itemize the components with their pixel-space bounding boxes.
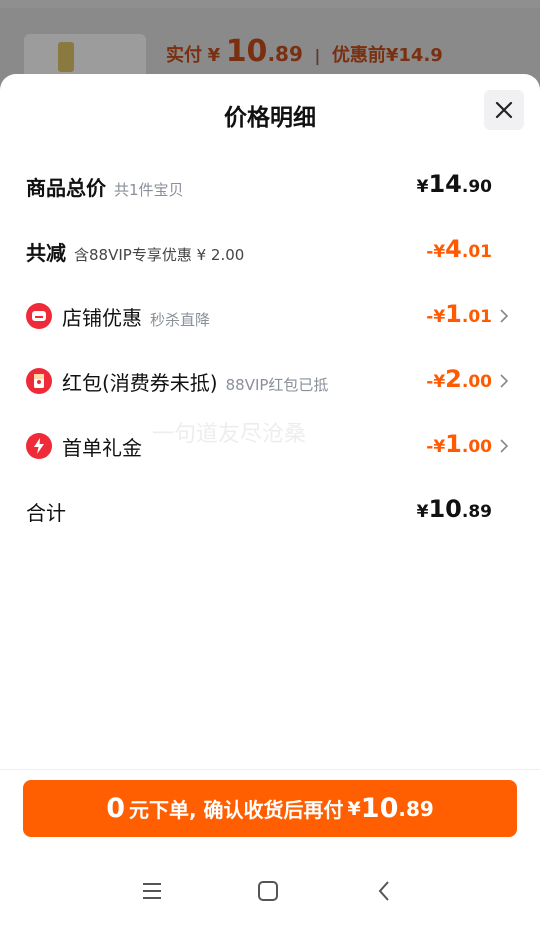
cta-int: 10 <box>360 793 399 824</box>
row-subtext: 含88VIP专享优惠 ¥ 2.00 <box>74 246 245 264</box>
footer: 0 元下单, 确认收货后再付 ¥10.89 <box>0 769 540 855</box>
chevron-right-icon <box>500 309 509 323</box>
price-separator: | <box>314 46 321 65</box>
red-packet-amount: -¥2.00 <box>426 365 492 393</box>
row-subtext: 秒杀直降 <box>150 311 211 329</box>
red-packet-icon <box>26 368 52 394</box>
background-strip <box>0 0 540 8</box>
chevron-right-icon <box>500 439 509 453</box>
row-label: 合计 <box>26 501 66 525</box>
cta-dec: .89 <box>398 796 434 821</box>
row-subtext: 共1件宝贝 <box>114 181 184 199</box>
row-store-discount[interactable]: 店铺优惠 秒杀直降 -¥1.01 <box>0 296 540 336</box>
product-bottle-image <box>58 42 74 72</box>
cta-text: 元下单, 确认收货后再付 <box>128 798 344 822</box>
cta-yen: ¥ <box>347 797 361 820</box>
close-button[interactable] <box>484 90 524 130</box>
row-label: 红包(消费券未抵) 88VIP红包已抵 <box>62 371 329 395</box>
cta-zero: 0 <box>106 793 125 824</box>
row-label: 店铺优惠 秒杀直降 <box>62 306 211 330</box>
reduction-amount: -¥4.01 <box>426 235 492 263</box>
watermark: 一句道友尽沧桑 <box>152 422 307 447</box>
row-label: 共减 含88VIP专享优惠 ¥ 2.00 <box>26 241 245 265</box>
store-icon <box>26 303 52 329</box>
row-red-packet[interactable]: 红包(消费券未抵) 88VIP红包已抵 -¥2.00 <box>0 361 540 401</box>
price-int: 10 <box>225 34 268 69</box>
place-order-button[interactable]: 0 元下单, 确认收货后再付 ¥10.89 <box>23 780 517 837</box>
row-goods-total: 商品总价 共1件宝贝 ¥14.90 <box>0 166 540 206</box>
row-subtext: 88VIP红包已抵 <box>225 376 329 394</box>
row-sum: 合计 ¥10.89 <box>0 491 540 531</box>
background-price: 实付 ¥ 10.89 | 优惠前¥14.9 <box>166 34 443 69</box>
menu-button[interactable] <box>138 877 166 905</box>
back-button[interactable] <box>370 877 398 905</box>
row-total-reduction: 共减 含88VIP专享优惠 ¥ 2.00 -¥4.01 <box>0 231 540 271</box>
row-label: 商品总价 共1件宝贝 <box>26 176 184 200</box>
row-label: 首单礼金 <box>62 436 142 460</box>
close-icon <box>495 101 513 119</box>
home-icon <box>258 881 278 901</box>
home-button[interactable] <box>254 877 282 905</box>
store-discount-amount: -¥1.01 <box>426 300 492 328</box>
sum-amount: ¥10.89 <box>416 495 492 523</box>
price-dec: .89 <box>267 42 303 66</box>
chevron-right-icon <box>500 374 509 388</box>
menu-icon <box>143 883 161 899</box>
system-navigation-bar <box>0 855 540 925</box>
goods-total-amount: ¥14.90 <box>416 170 492 198</box>
pre-discount-price: 优惠前¥14.9 <box>331 45 443 66</box>
price-label: 实付 <box>166 45 202 66</box>
sheet-title: 价格明细 <box>224 105 316 131</box>
price-yen: ¥ <box>207 45 221 66</box>
back-icon <box>378 881 389 901</box>
price-detail-sheet: 价格明细 商品总价 共1件宝贝 ¥14.90 共减 含88VIP专享优惠 ¥ 2.0… <box>0 74 540 925</box>
lightning-icon <box>26 433 52 459</box>
first-order-amount: -¥1.00 <box>426 430 492 458</box>
